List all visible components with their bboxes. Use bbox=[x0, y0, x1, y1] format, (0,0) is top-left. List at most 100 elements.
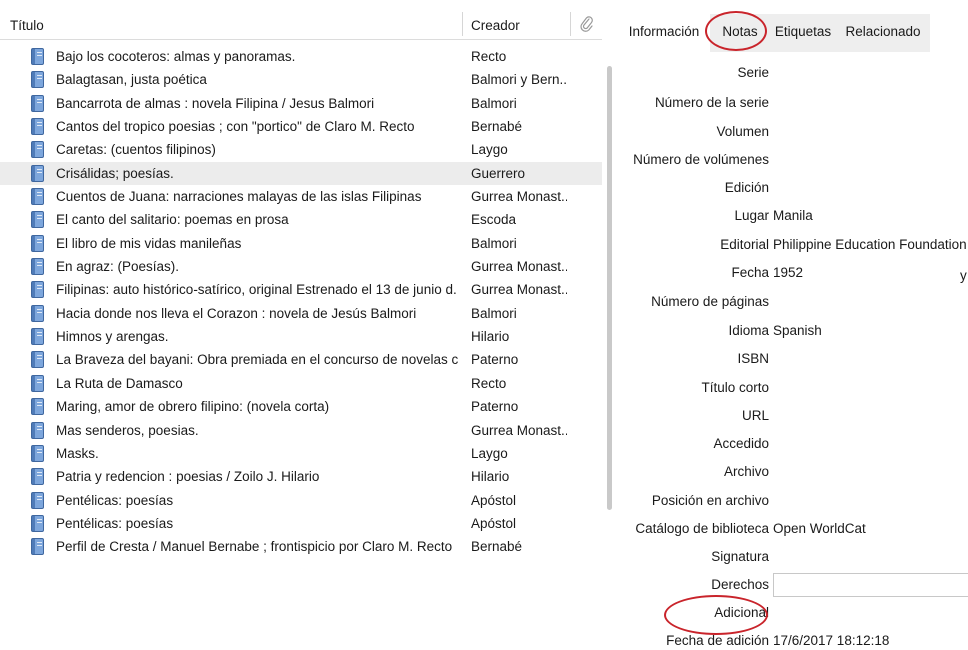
item-title: Hacia donde nos lleva el Corazon : novel… bbox=[56, 305, 417, 321]
list-item[interactable]: El canto del salitario: poemas en prosa E… bbox=[0, 208, 602, 231]
item-title: Bajo los cocoteros: almas y panoramas. bbox=[56, 49, 296, 64]
list-item[interactable]: Pentélicas: poesías Apóstol bbox=[0, 489, 602, 512]
item-title: La Braveza del bayani: Obra premiada en … bbox=[56, 352, 458, 368]
book-icon bbox=[31, 444, 44, 462]
book-icon bbox=[31, 258, 44, 276]
book-icon bbox=[31, 234, 44, 252]
book-icon bbox=[31, 351, 44, 369]
field-derechos: Derechos bbox=[618, 573, 968, 599]
book-icon bbox=[31, 304, 44, 322]
tab-informacion[interactable]: Información bbox=[618, 14, 710, 52]
list-item[interactable]: Mas senderos, poesias. Gurrea Monast... bbox=[0, 419, 602, 442]
field-label: Edición bbox=[724, 180, 769, 195]
tab-etiquetas[interactable]: Etiquetas bbox=[770, 14, 836, 52]
column-divider[interactable] bbox=[462, 12, 463, 36]
annotation-circle-adicional bbox=[664, 595, 768, 635]
column-header-creator[interactable]: Creador bbox=[471, 18, 520, 33]
list-item[interactable]: Maring, amor de obrero filipino: (novela… bbox=[0, 395, 602, 418]
book-icon bbox=[31, 164, 44, 182]
field-label: Catálogo de biblioteca bbox=[635, 521, 769, 536]
field-value[interactable]: Spanish bbox=[773, 323, 822, 338]
list-item[interactable]: Perfil de Cresta / Manuel Bernabe ; fron… bbox=[0, 535, 602, 558]
list-item[interactable]: Hacia donde nos lleva el Corazon : novel… bbox=[0, 302, 602, 325]
item-creator: Balmori bbox=[471, 95, 517, 111]
list-item[interactable]: Balagtasan, justa poética Balmori y Bern.… bbox=[0, 68, 602, 91]
field-accedido: Accedido bbox=[618, 436, 968, 458]
book-icon bbox=[31, 491, 44, 509]
list-scrollbar-thumb[interactable] bbox=[607, 66, 612, 510]
item-creator: Laygo bbox=[471, 142, 508, 158]
list-item[interactable]: La Braveza del bayani: Obra premiada en … bbox=[0, 348, 602, 371]
item-creator: Balmori y Bern... bbox=[471, 72, 567, 88]
details-tabs: Información Notas Etiquetas Relacionado bbox=[618, 14, 968, 52]
item-creator: Gurrea Monast... bbox=[471, 422, 567, 438]
item-creator: Laygo bbox=[471, 445, 508, 461]
item-creator: Apóstol bbox=[471, 515, 517, 531]
list-item[interactable]: En agraz: (Poesías). Gurrea Monast... bbox=[0, 255, 602, 278]
book-icon bbox=[31, 421, 44, 439]
field-label: Fecha bbox=[731, 265, 769, 280]
list-item[interactable]: Caretas: (cuentos filipinos) Laygo bbox=[0, 138, 602, 161]
list-item[interactable]: Himnos y arengas. Hilario bbox=[0, 325, 602, 348]
field-label: Número de volúmenes bbox=[633, 152, 769, 167]
list-item[interactable]: Bajo los cocoteros: almas y panoramas. Re… bbox=[0, 45, 602, 68]
list-item[interactable]: Bancarrota de almas : novela Filipina / … bbox=[0, 92, 602, 115]
item-title: Filipinas: auto histórico-satírico, orig… bbox=[56, 282, 458, 298]
paperclip-icon[interactable] bbox=[580, 15, 594, 33]
item-title: Himnos y arengas. bbox=[56, 329, 169, 345]
item-title: Maring, amor de obrero filipino: (novela… bbox=[56, 399, 330, 415]
field-volumen: Volumen bbox=[618, 124, 968, 146]
list-item[interactable]: Cantos del tropico poesias ; con "portic… bbox=[0, 115, 602, 138]
item-creator: Guerrero bbox=[471, 165, 526, 181]
field-value[interactable]: 1952 bbox=[773, 265, 803, 280]
column-header-title[interactable]: Título bbox=[10, 18, 44, 33]
derechos-input[interactable] bbox=[773, 573, 968, 597]
item-details-pane: Información Notas Etiquetas Relacionado … bbox=[618, 0, 968, 650]
list-item[interactable]: Crisálidas; poesías. Guerrero bbox=[0, 161, 602, 186]
items-list-header: Título Creador bbox=[0, 0, 602, 40]
item-creator: Bernabé bbox=[471, 539, 523, 555]
field-serie: Serie bbox=[618, 65, 968, 87]
date-format-indicator: y bbox=[960, 268, 967, 283]
book-icon bbox=[31, 71, 44, 89]
field-signatura: Signatura bbox=[618, 549, 968, 571]
field-value[interactable]: Manila bbox=[773, 208, 813, 223]
list-item[interactable]: Cuentos de Juana: narraciones malayas de… bbox=[0, 185, 602, 208]
field-lugar: Lugar Manila bbox=[618, 208, 968, 230]
item-title: Masks. bbox=[56, 445, 99, 461]
field-label: Archivo bbox=[723, 464, 769, 479]
field-catalogo-biblioteca: Catálogo de biblioteca Open WorldCat bbox=[618, 521, 968, 543]
book-icon bbox=[31, 328, 44, 346]
item-creator: Balmori bbox=[471, 235, 517, 251]
item-creator: Apóstol bbox=[471, 492, 517, 508]
book-icon bbox=[31, 514, 44, 532]
list-item[interactable]: Filipinas: auto histórico-satírico, orig… bbox=[0, 278, 602, 301]
list-item[interactable]: El libro de mis vidas manileñas Balmori bbox=[0, 232, 602, 255]
field-edicion: Edición bbox=[618, 180, 968, 202]
item-creator: Gurrea Monast... bbox=[471, 259, 567, 275]
item-creator: Escoda bbox=[471, 212, 517, 228]
tab-label: Etiquetas bbox=[774, 24, 832, 39]
field-label: Idioma bbox=[728, 323, 769, 338]
field-label: Número de la serie bbox=[654, 95, 769, 110]
items-list: Bajo los cocoteros: almas y panoramas. Re… bbox=[0, 45, 602, 559]
field-label: ISBN bbox=[737, 351, 769, 366]
list-item[interactable]: Masks. Laygo bbox=[0, 442, 602, 465]
tab-relacionado[interactable]: Relacionado bbox=[836, 14, 930, 52]
item-creator: Hilario bbox=[471, 329, 510, 345]
item-title: Pentélicas: poesías bbox=[56, 492, 174, 508]
list-item[interactable]: La Ruta de Damasco Recto bbox=[0, 372, 602, 395]
field-editorial: Editorial Philippine Education Foundatio… bbox=[618, 237, 968, 259]
item-title: Balagtasan, justa poética bbox=[56, 72, 207, 88]
field-value[interactable]: Philippine Education Foundation bbox=[773, 237, 967, 252]
item-title: Cuentos de Juana: narraciones malayas de… bbox=[56, 189, 422, 205]
field-fecha-adicion: Fecha de adición 17/6/2017 18:12:18 bbox=[618, 633, 968, 650]
field-label: Número de páginas bbox=[651, 294, 769, 309]
list-item[interactable]: Patria y redencion : poesias / Zoilo J. … bbox=[0, 465, 602, 488]
field-label: URL bbox=[741, 408, 769, 423]
field-label: Serie bbox=[737, 65, 769, 80]
field-value[interactable]: Open WorldCat bbox=[773, 521, 866, 536]
column-divider[interactable] bbox=[570, 12, 571, 36]
list-item[interactable]: Pentélicas: poesías Apóstol bbox=[0, 512, 602, 535]
book-icon bbox=[31, 398, 44, 416]
